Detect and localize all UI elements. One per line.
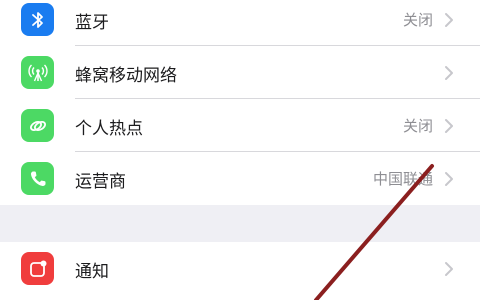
chevron-right-icon — [445, 119, 453, 133]
cellular-label: 蜂窝移动网络 — [75, 66, 177, 86]
chevron-right-icon — [445, 262, 453, 276]
settings-row-carrier[interactable]: 运营商 中国联通 — [0, 152, 480, 205]
hotspot-status: 关闭 — [402, 117, 433, 135]
bluetooth-label: 蓝牙 — [75, 13, 109, 33]
settings-row-notifications[interactable]: 通知 — [0, 242, 480, 295]
bluetooth-icon — [21, 3, 54, 36]
hotspot-label: 个人热点 — [75, 119, 143, 139]
connectivity-settings-group: 蓝牙 关闭 蜂窝移动网络 个人热点 关闭 运营商 中国联通 — [0, 0, 480, 205]
settings-row-hotspot[interactable]: 个人热点 关闭 — [0, 99, 480, 152]
chevron-right-icon — [445, 66, 453, 80]
settings-row-bluetooth[interactable]: 蓝牙 关闭 — [0, 0, 480, 46]
settings-row-cellular[interactable]: 蜂窝移动网络 — [0, 46, 480, 99]
chevron-right-icon — [445, 13, 453, 27]
cellular-antenna-icon — [21, 56, 54, 89]
bluetooth-status: 关闭 — [402, 11, 433, 29]
chevron-right-icon — [445, 172, 453, 186]
section-gap — [0, 205, 480, 242]
notifications-settings-group: 通知 — [0, 242, 480, 300]
notifications-label: 通知 — [75, 262, 109, 282]
hotspot-link-icon — [21, 109, 54, 142]
carrier-name: 中国联通 — [372, 170, 433, 188]
phone-icon — [21, 162, 54, 195]
carrier-label: 运营商 — [75, 172, 126, 192]
notifications-icon — [21, 252, 54, 285]
settings-screen: 蓝牙 关闭 蜂窝移动网络 个人热点 关闭 运营商 中国联通 通知 — [0, 0, 480, 300]
